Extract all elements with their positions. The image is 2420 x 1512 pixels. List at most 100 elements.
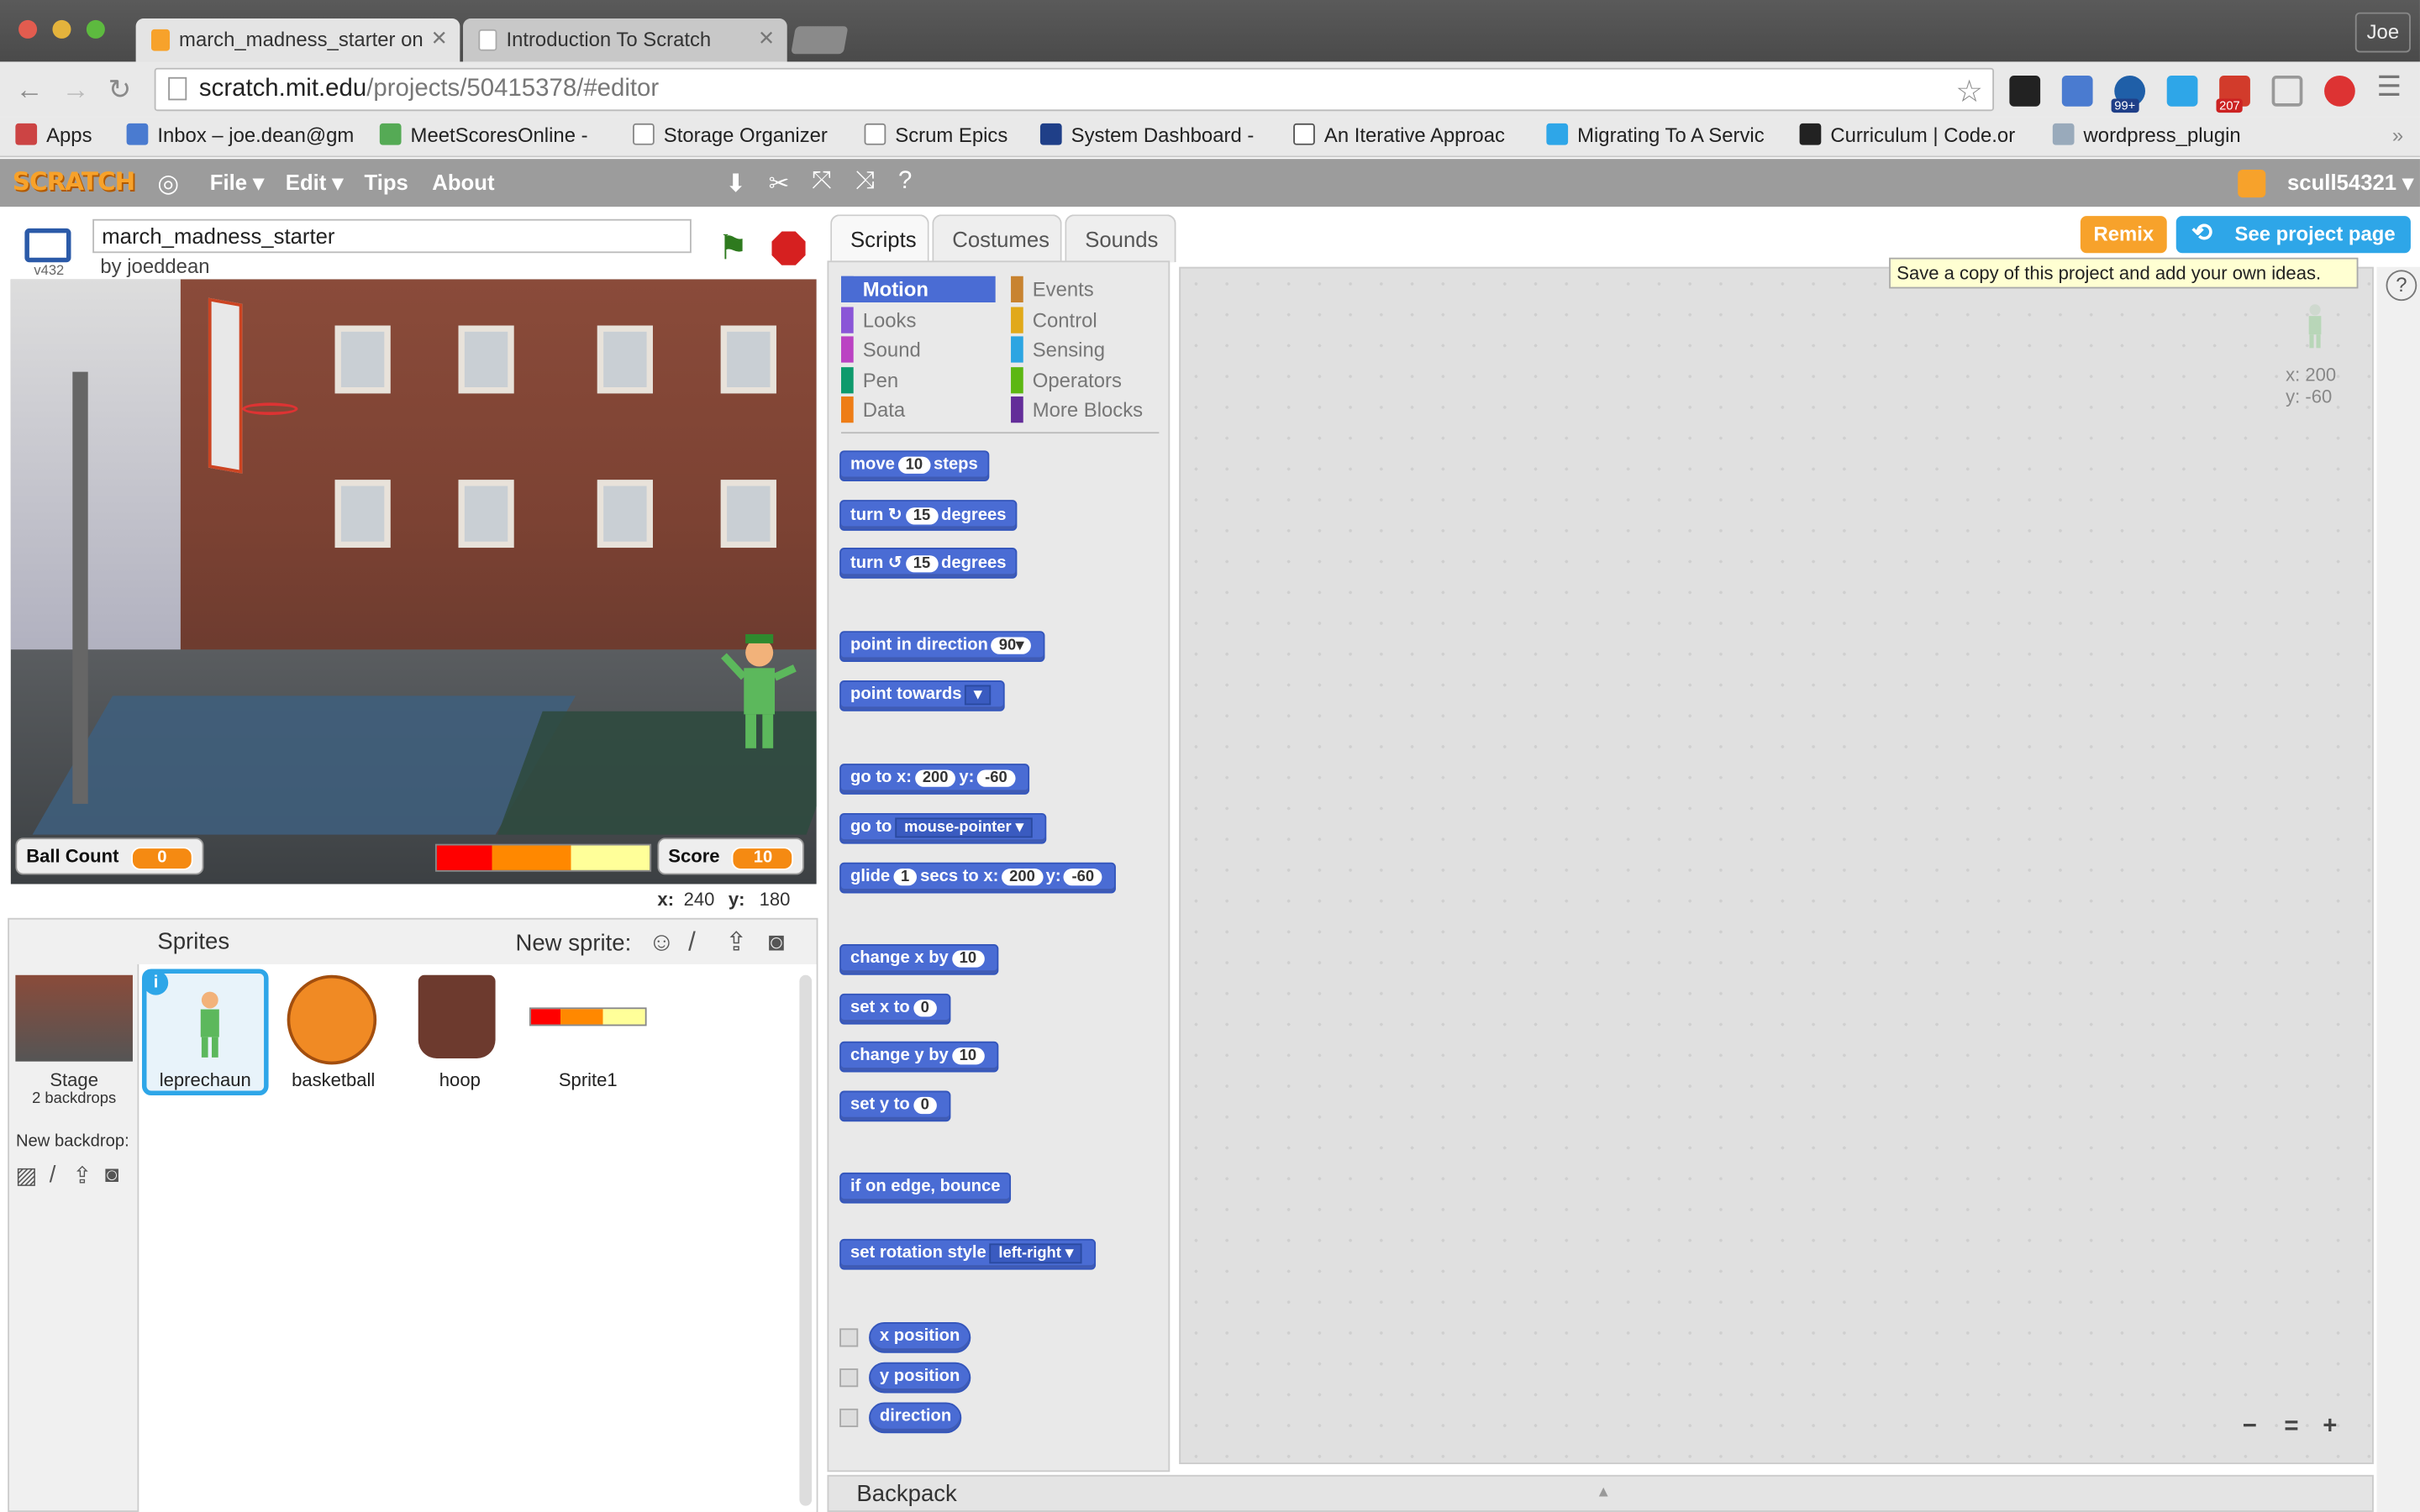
delete-scissors-icon[interactable]: ✂ (769, 168, 790, 199)
green-flag-icon[interactable]: ⚑ (718, 228, 748, 269)
close-tab-icon[interactable]: ✕ (431, 26, 448, 50)
menu-file[interactable]: File ▾ (210, 170, 264, 196)
block-set-x[interactable]: set x to 0 (839, 993, 951, 1025)
category-data[interactable]: Data (841, 396, 905, 423)
my-stuff-icon[interactable] (2238, 170, 2266, 198)
block-point-towards[interactable]: point towards ▾ (839, 680, 1005, 711)
expand-triangle-icon[interactable]: ▲ (1596, 1484, 1611, 1501)
block-go-to[interactable]: go to mouse-pointer ▾ (839, 812, 1047, 844)
scratch-logo[interactable]: SCRATCH (13, 166, 136, 196)
new-tab-button[interactable] (791, 26, 849, 55)
minimize-window-icon[interactable] (52, 19, 71, 39)
see-project-page-button[interactable]: ⟲ See project page (2175, 216, 2411, 254)
stop-sign-icon[interactable] (771, 231, 806, 265)
cast-icon[interactable] (2271, 75, 2303, 107)
close-tab-icon[interactable]: ✕ (758, 26, 775, 50)
block-move-steps[interactable]: move 10 steps (839, 450, 989, 482)
ball-count-monitor[interactable]: Ball Count 0 (15, 837, 204, 875)
extension-icon[interactable] (2061, 75, 2093, 107)
stage-canvas[interactable]: Ball Count 0 Score 10 (10, 279, 817, 885)
tab-sounds[interactable]: Sounds (1065, 214, 1176, 263)
bookmark-iterative[interactable]: An Iterative Approac (1293, 123, 1505, 146)
bookmark-star-icon[interactable]: ☆ (1955, 72, 1983, 111)
bookmark-apps[interactable]: Apps (15, 123, 92, 146)
upload-sprite-icon[interactable]: ⇪ (725, 927, 747, 958)
leprechaun-sprite[interactable] (721, 633, 798, 758)
block-change-y[interactable]: change y by 10 (839, 1041, 998, 1073)
user-menu[interactable]: scull54321 ▾ (2287, 170, 2413, 196)
bookmark-scrum[interactable]: Scrum Epics (864, 123, 1007, 146)
choose-sprite-library-icon[interactable]: ☺ (648, 927, 675, 958)
sprite-list-scrollbar[interactable] (799, 974, 813, 1506)
block-turn-right[interactable]: turn ↻ 15 degrees (839, 500, 1018, 531)
block-go-to-xy[interactable]: go to x: 200 y: -60 (839, 764, 1029, 795)
category-sound[interactable]: Sound (841, 336, 921, 363)
help-icon[interactable]: ? (898, 168, 912, 196)
menu-tips[interactable]: Tips (364, 170, 408, 194)
fullscreen-icon[interactable] (24, 228, 71, 263)
hoop-sprite[interactable] (242, 402, 298, 416)
tab-costumes[interactable]: Costumes (932, 214, 1062, 263)
bookmark-curriculum[interactable]: Curriculum | Code.or (1799, 123, 2015, 146)
checkmark-extension-icon[interactable] (2166, 75, 2198, 107)
score-monitor[interactable]: Score 10 (657, 837, 805, 875)
maximize-window-icon[interactable] (86, 19, 105, 39)
y-position-checkbox[interactable] (839, 1368, 859, 1388)
bookmark-inbox[interactable]: Inbox – joe.dean@gm (126, 123, 355, 146)
stop-hand-icon[interactable] (2324, 75, 2355, 107)
more-bookmarks-icon[interactable]: » (2392, 123, 2403, 147)
block-glide[interactable]: glide 1 secs to x: 200 y: -60 (839, 862, 1116, 894)
category-events[interactable]: Events (1011, 276, 1094, 302)
project-title-input[interactable] (92, 218, 692, 254)
block-turn-left[interactable]: turn ↺ 15 degrees (839, 548, 1018, 579)
menu-about[interactable]: About (432, 170, 494, 194)
block-change-x[interactable]: change x by 10 (839, 944, 998, 975)
grow-icon[interactable]: ⤧ (812, 168, 832, 196)
category-control[interactable]: Control (1011, 307, 1097, 333)
shrink-icon[interactable]: ⤨ (855, 168, 876, 196)
forward-arrow-icon[interactable]: → (61, 74, 89, 107)
bookmark-meetscores[interactable]: MeetScoresOnline - (379, 123, 588, 146)
category-more-blocks[interactable]: More Blocks (1011, 396, 1143, 423)
scripts-area[interactable] (1179, 266, 2374, 1465)
x-position-checkbox[interactable] (839, 1328, 859, 1347)
bookmark-dashboard[interactable]: System Dashboard - (1039, 123, 1254, 146)
tab-scripts[interactable]: Scripts (830, 214, 929, 263)
reporter-y-position[interactable]: y position (869, 1362, 971, 1394)
bookmark-wordpress[interactable]: wordpress_plugin (2052, 123, 2241, 146)
zoom-out-icon[interactable]: − (2243, 1413, 2257, 1441)
block-set-y[interactable]: set y to 0 (839, 1090, 951, 1122)
block-if-on-edge-bounce[interactable]: if on edge, bounce (839, 1172, 1012, 1204)
camera-sprite-icon[interactable]: ◙ (769, 927, 785, 958)
backpack-bar[interactable]: Backpack ▲ (827, 1474, 2374, 1512)
category-pen[interactable]: Pen (841, 367, 898, 394)
bookmark-storage[interactable]: Storage Organizer (633, 123, 828, 146)
zoom-reset-icon[interactable]: = (2284, 1413, 2298, 1441)
bookmark-migrating[interactable]: Migrating To A Servic (1546, 123, 1765, 146)
block-set-rotation-style[interactable]: set rotation style left-right ▾ (839, 1238, 1097, 1270)
reporter-x-position[interactable]: x position (869, 1322, 971, 1353)
upload-backdrop-icon[interactable]: ⇪ (72, 1162, 92, 1189)
block-point-in-direction[interactable]: point in direction 90▾ (839, 631, 1046, 662)
backdrop-library-icon[interactable]: ▨ (15, 1162, 37, 1189)
paint-sprite-icon[interactable]: / (688, 927, 696, 958)
address-bar[interactable]: scratch.mit.edu/projects/50415378/#edito… (154, 67, 1995, 112)
camera-backdrop-icon[interactable]: ◙ (105, 1162, 119, 1188)
category-sensing[interactable]: Sensing (1011, 336, 1105, 363)
tab-intro-scratch[interactable]: Introduction To Scratch ✕ (463, 18, 787, 62)
direction-checkbox[interactable] (839, 1408, 859, 1427)
zoom-in-icon[interactable]: + (2323, 1413, 2337, 1441)
stage-thumbnail[interactable] (15, 974, 133, 1062)
close-window-icon[interactable] (18, 19, 38, 39)
reporter-direction[interactable]: direction (869, 1402, 963, 1434)
category-looks[interactable]: Looks (841, 307, 916, 333)
menu-icon[interactable]: ☰ (2377, 71, 2402, 103)
category-operators[interactable]: Operators (1011, 367, 1122, 394)
back-arrow-icon[interactable]: ← (15, 74, 43, 107)
reload-icon[interactable]: ↻ (108, 74, 132, 107)
duplicate-stamp-icon[interactable]: ⬇ (725, 168, 746, 199)
power-bar-sprite[interactable] (434, 843, 652, 872)
category-motion[interactable]: Motion (841, 276, 996, 302)
info-icon[interactable]: i (143, 970, 169, 995)
help-circle-icon[interactable]: ? (2386, 270, 2417, 302)
